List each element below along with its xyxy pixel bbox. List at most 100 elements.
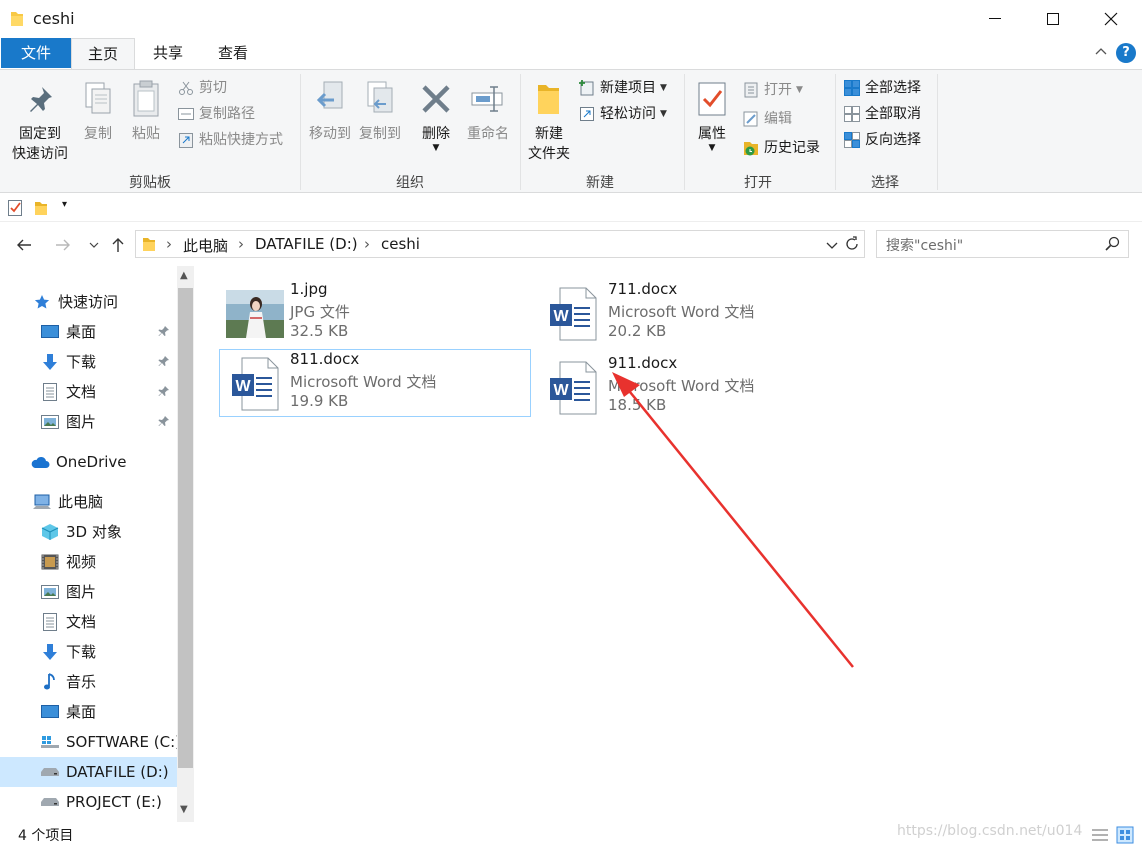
address-dropdown-chevron-icon[interactable] bbox=[826, 238, 838, 254]
search-input[interactable]: 搜索"ceshi" bbox=[886, 235, 963, 255]
new-folder-button[interactable]: 新建 文件夹 bbox=[524, 78, 574, 164]
collapse-ribbon-icon[interactable] bbox=[1094, 44, 1108, 62]
search-box[interactable]: 搜索"ceshi" bbox=[876, 230, 1129, 258]
nav-qa-desktop[interactable]: 桌面 bbox=[40, 317, 96, 347]
easy-access-button[interactable]: 轻松访问 ▼ bbox=[578, 102, 667, 126]
pin-icon bbox=[158, 385, 170, 401]
breadcrumb-separator-icon[interactable]: › bbox=[364, 235, 370, 253]
select-none-button[interactable]: 全部取消 bbox=[843, 102, 921, 126]
move-to-button[interactable]: 移动到 bbox=[306, 78, 354, 144]
breadcrumb-this-pc[interactable]: 此电脑 bbox=[183, 235, 228, 256]
new-folder-small-icon[interactable] bbox=[34, 200, 48, 220]
copy-path-button[interactable]: 复制路径 bbox=[177, 102, 255, 126]
breadcrumb-separator-icon[interactable]: › bbox=[166, 235, 172, 253]
search-icon[interactable] bbox=[1105, 236, 1120, 255]
tab-file[interactable]: 文件 bbox=[1, 38, 71, 68]
history-button[interactable]: 历史记录 bbox=[742, 136, 820, 160]
paste-button[interactable]: 粘贴 bbox=[126, 78, 166, 144]
copy-to-button[interactable]: 复制到 bbox=[356, 78, 404, 144]
file-tile-911docx[interactable]: W 911.docx Microsoft Word 文档 18.5 KB bbox=[538, 354, 850, 422]
copy-button[interactable]: 复制 bbox=[78, 78, 118, 144]
group-label-open: 打开 bbox=[744, 175, 772, 191]
nav-quick-access[interactable]: 快速访问 bbox=[32, 287, 118, 317]
details-view-icon[interactable] bbox=[1092, 828, 1108, 846]
open-button[interactable]: 打开 ▼ bbox=[742, 78, 803, 102]
minimize-button[interactable] bbox=[966, 0, 1024, 38]
new-item-icon bbox=[578, 79, 596, 97]
invert-selection-button[interactable]: 反向选择 bbox=[843, 128, 921, 152]
nav-videos[interactable]: 视频 bbox=[40, 547, 96, 577]
nav-music[interactable]: 音乐 bbox=[40, 667, 96, 697]
cut-button[interactable]: 剪切 bbox=[177, 76, 227, 100]
pin-icon bbox=[158, 325, 170, 341]
properties-check-icon[interactable] bbox=[8, 200, 23, 220]
recent-locations-chevron-icon[interactable] bbox=[83, 234, 105, 256]
paste-shortcut-button[interactable]: 粘贴快捷方式 bbox=[177, 128, 283, 152]
nav-label: 3D 对象 bbox=[66, 523, 122, 541]
up-arrow-icon[interactable] bbox=[107, 234, 129, 256]
nav-qa-documents[interactable]: 文档 bbox=[40, 377, 96, 407]
file-tile-811docx[interactable]: W 811.docx Microsoft Word 文档 19.9 KB bbox=[219, 349, 531, 417]
close-button[interactable] bbox=[1082, 0, 1140, 38]
nav-drive-e[interactable]: PROJECT (E:) bbox=[40, 787, 162, 817]
open-label: 打开 bbox=[764, 82, 792, 98]
file-tile-1jpg[interactable]: 1.jpg JPG 文件 32.5 KB bbox=[220, 280, 532, 348]
scroll-thumb[interactable] bbox=[178, 288, 193, 768]
nav-label: SOFTWARE (C:) bbox=[66, 733, 182, 751]
pin-icon bbox=[8, 78, 72, 120]
tab-home[interactable]: 主页 bbox=[71, 38, 135, 69]
edit-button[interactable]: 编辑 bbox=[742, 107, 792, 131]
breadcrumb-ceshi[interactable]: ceshi bbox=[381, 235, 420, 253]
file-name: 811.docx bbox=[290, 350, 360, 368]
tab-view[interactable]: 查看 bbox=[203, 38, 263, 68]
breadcrumb-separator-icon[interactable]: › bbox=[238, 235, 244, 253]
delete-button[interactable]: 删除 ▼ bbox=[416, 78, 456, 153]
ribbon: 固定到 快速访问 复制 粘贴 剪切 复制路径 粘贴快捷方式 剪贴板 移动到 复制… bbox=[0, 69, 1142, 193]
scroll-down-icon[interactable]: ▼ bbox=[180, 804, 188, 815]
maximize-button[interactable] bbox=[1024, 0, 1082, 38]
back-arrow-icon[interactable] bbox=[13, 234, 35, 256]
paste-label: 粘贴 bbox=[132, 126, 160, 142]
easy-access-label: 轻松访问 bbox=[600, 106, 656, 122]
nav-downloads[interactable]: 下载 bbox=[40, 637, 96, 667]
new-item-button[interactable]: 新建项目 ▼ bbox=[578, 76, 667, 100]
rename-label: 重命名 bbox=[467, 126, 509, 142]
file-tile-711docx[interactable]: W 711.docx Microsoft Word 文档 20.2 KB bbox=[538, 280, 850, 348]
scroll-up-icon[interactable]: ▲ bbox=[180, 270, 188, 281]
rename-button[interactable]: 重命名 bbox=[464, 78, 512, 144]
nav-drive-c[interactable]: SOFTWARE (C:) bbox=[40, 727, 181, 757]
nav-qa-downloads[interactable]: 下载 bbox=[40, 347, 96, 377]
select-all-button[interactable]: 全部选择 bbox=[843, 76, 921, 100]
tab-share[interactable]: 共享 bbox=[139, 38, 197, 68]
nav-3d-objects[interactable]: 3D 对象 bbox=[40, 517, 122, 547]
help-icon[interactable]: ? bbox=[1116, 43, 1136, 63]
nav-onedrive[interactable]: OneDrive bbox=[30, 447, 127, 477]
group-label-new: 新建 bbox=[586, 175, 614, 191]
forward-arrow-icon[interactable] bbox=[52, 234, 74, 256]
nav-qa-pictures[interactable]: 图片 bbox=[40, 407, 96, 437]
delete-dropdown-icon[interactable]: ▼ bbox=[416, 144, 456, 153]
nav-scrollbar[interactable]: ▲ ▼ bbox=[177, 266, 194, 822]
large-icons-view-icon[interactable] bbox=[1116, 826, 1134, 848]
customize-toolbar-icon[interactable]: ▾ bbox=[62, 199, 67, 210]
easy-access-dropdown-icon: ▼ bbox=[660, 109, 667, 119]
refresh-icon[interactable] bbox=[844, 235, 860, 257]
window-title: ceshi bbox=[33, 9, 75, 28]
nav-drive-d[interactable]: DATAFILE (D:) bbox=[0, 757, 177, 787]
nav-pictures[interactable]: 图片 bbox=[40, 577, 96, 607]
nav-this-pc[interactable]: 此电脑 bbox=[32, 487, 103, 517]
breadcrumb-datafile[interactable]: DATAFILE (D:) bbox=[255, 235, 358, 253]
cut-label: 剪切 bbox=[199, 80, 227, 96]
nav-desktop[interactable]: 桌面 bbox=[40, 697, 96, 727]
properties-icon bbox=[692, 78, 732, 120]
file-size: 20.2 KB bbox=[608, 322, 667, 340]
pin-to-quick-access-button[interactable]: 固定到 快速访问 bbox=[8, 78, 72, 164]
properties-button[interactable]: 属性 ▼ bbox=[692, 78, 732, 153]
properties-dropdown-icon[interactable]: ▼ bbox=[692, 144, 732, 153]
nav-documents[interactable]: 文档 bbox=[40, 607, 96, 637]
address-bar[interactable]: › 此电脑 › DATAFILE (D:) › ceshi bbox=[135, 230, 865, 258]
folder-icon bbox=[10, 10, 24, 32]
file-type: Microsoft Word 文档 bbox=[608, 377, 755, 395]
group-divider bbox=[520, 74, 521, 190]
film-icon bbox=[40, 552, 60, 572]
